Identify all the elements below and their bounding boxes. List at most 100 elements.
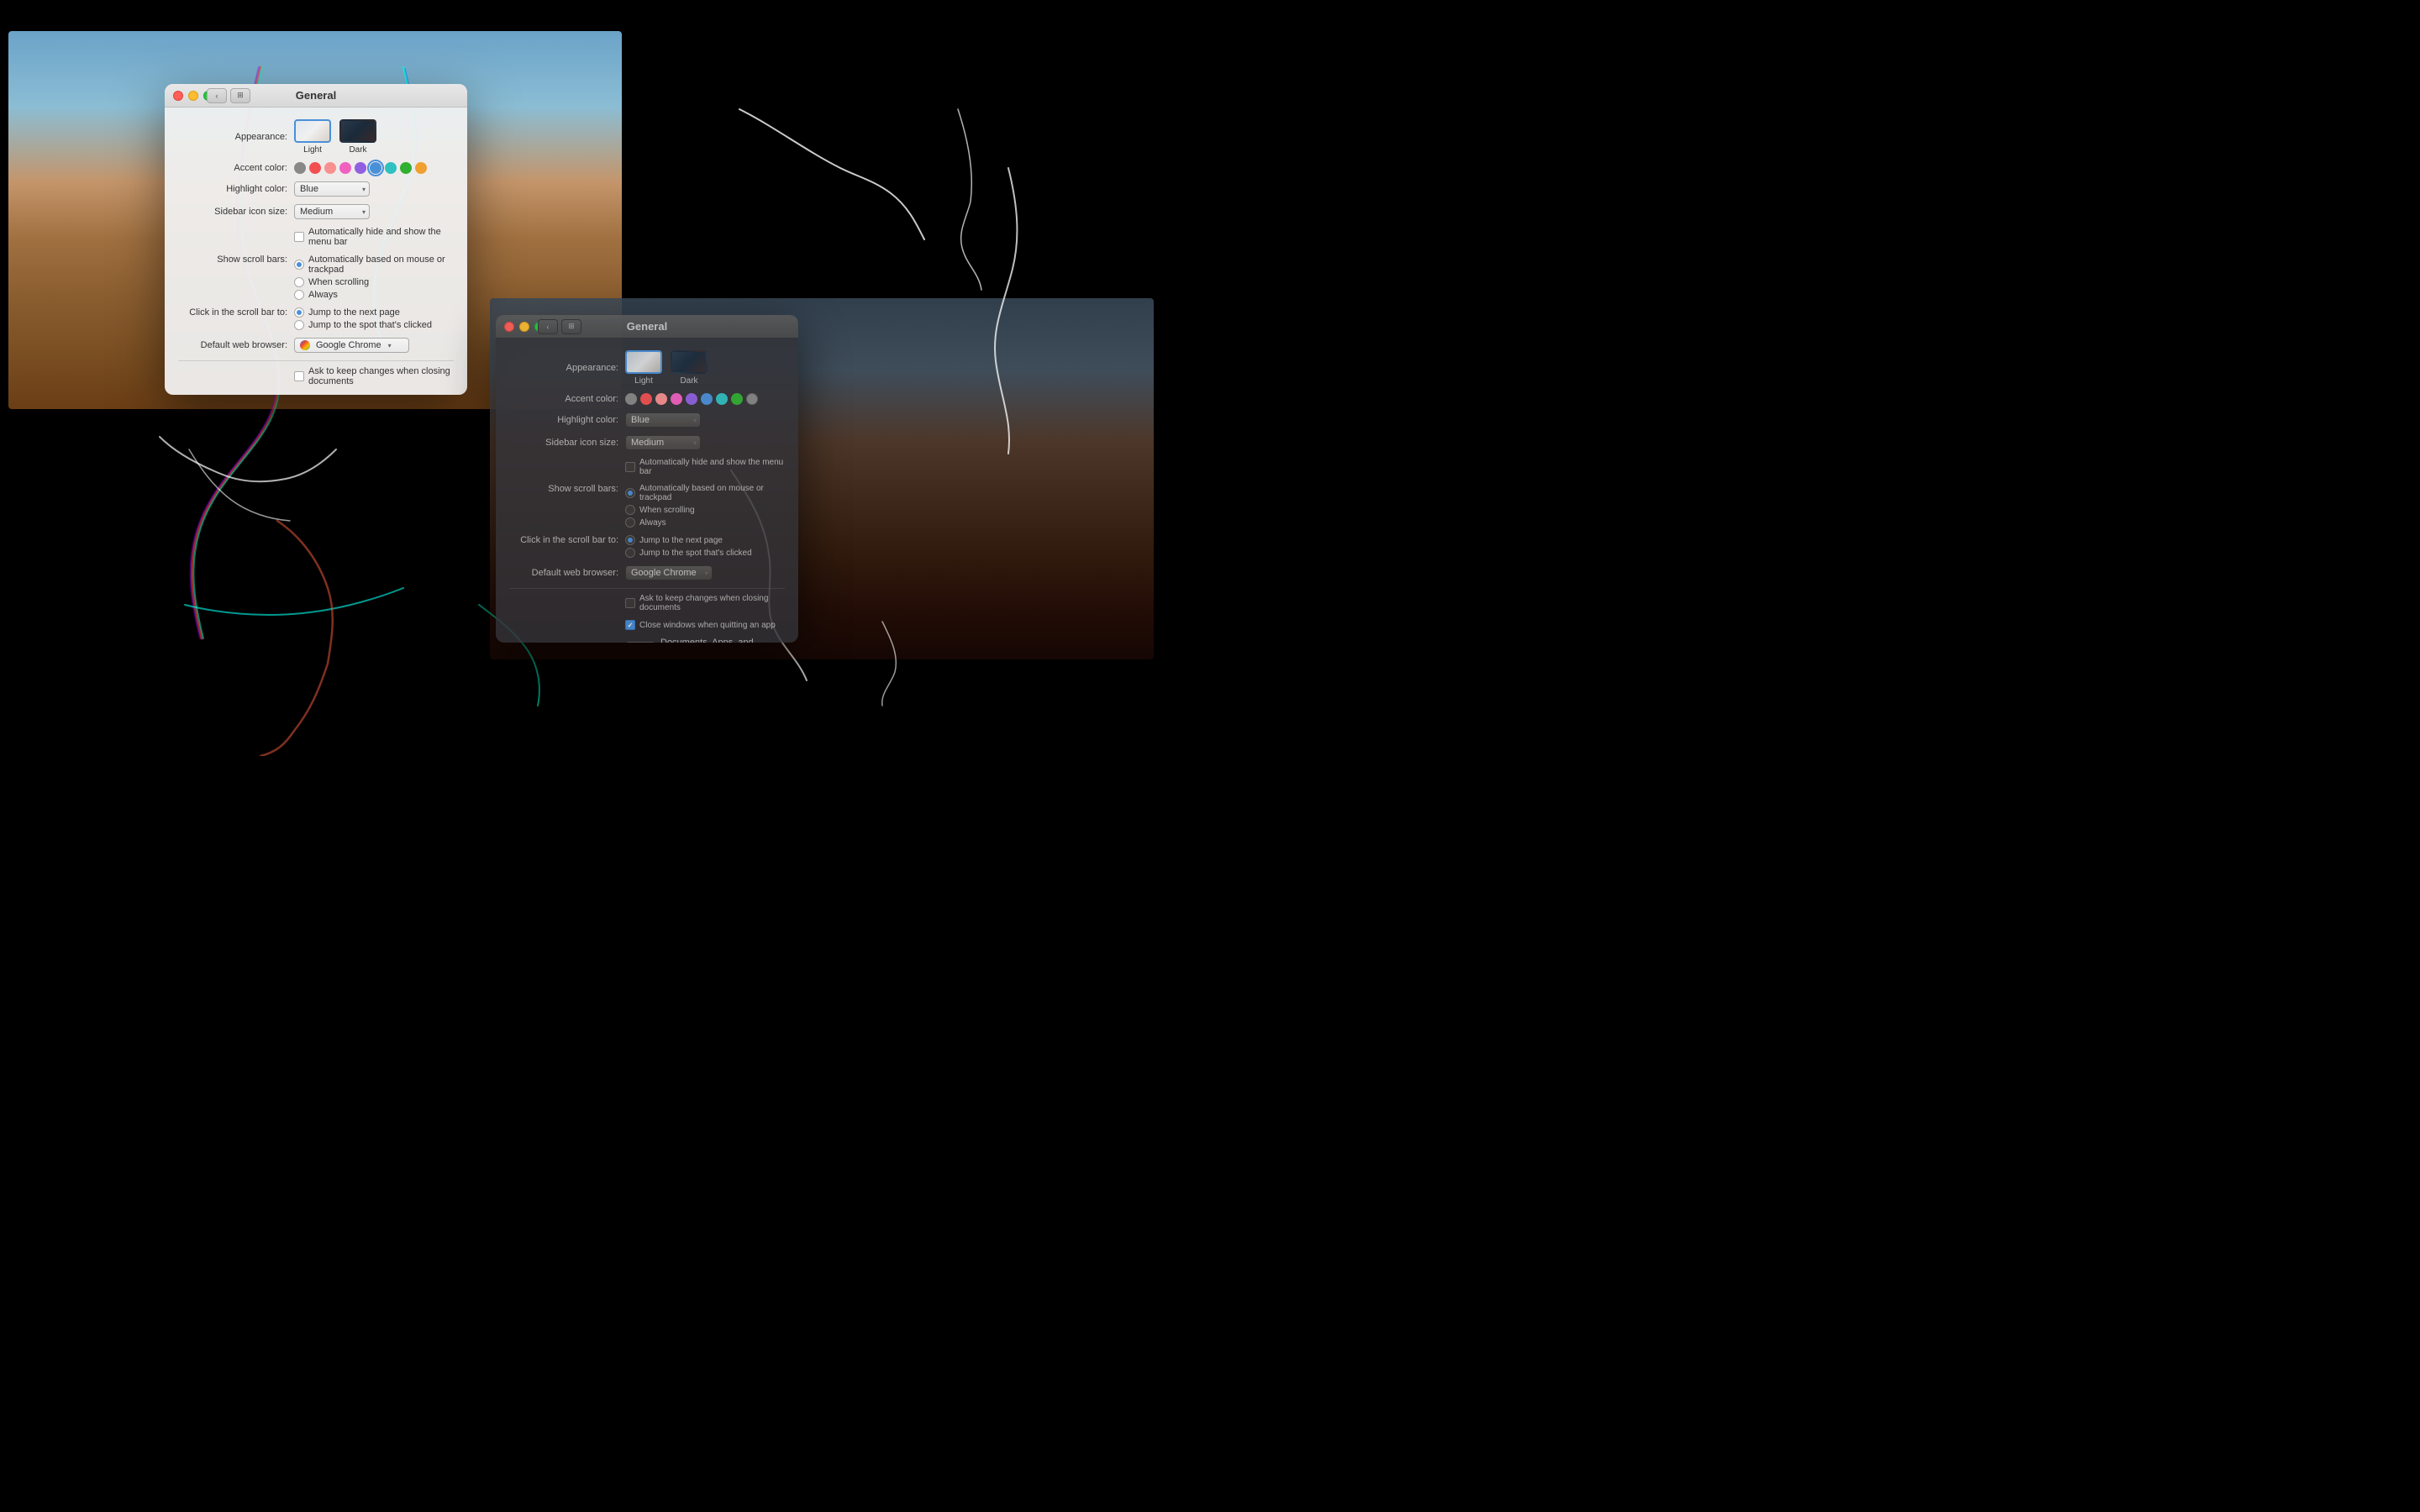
menu-bar-checkbox-2[interactable]: Automatically hide and show the menu bar: [625, 458, 785, 476]
recent-items-suffix-2: Documents, Apps, and Servers: [660, 638, 785, 643]
highlight-color-dropdown-2[interactable]: Blue ▾: [625, 412, 701, 428]
close-button[interactable]: [173, 91, 183, 101]
ask-keep-box-2[interactable]: [625, 598, 635, 608]
highlight-color-value: Blue: [300, 184, 318, 194]
click-scroll-options: Jump to the next page Jump to the spot t…: [294, 307, 432, 330]
swatch-green-2[interactable]: [731, 393, 743, 405]
sidebar-icon-size-dropdown-2[interactable]: Medium ▾: [625, 435, 701, 450]
click-spot-radio-2[interactable]: [625, 548, 635, 558]
dropdown-arrow-browser: ▾: [388, 342, 392, 349]
close-windows-checkbox-2[interactable]: Close windows when quitting an app: [625, 620, 776, 630]
system-preferences-window-2: ‹ ⊞ General Appearance: Light Dark Accen…: [496, 315, 798, 643]
light-theme-option-2[interactable]: Light: [625, 350, 662, 386]
minimize-button[interactable]: [188, 91, 198, 101]
click-scroll-row: Click in the scroll bar to: Jump to the …: [178, 307, 454, 330]
appearance-label-2: Appearance:: [509, 363, 618, 373]
swatch-extra-2[interactable]: [746, 393, 758, 405]
menu-bar-row-2: Automatically hide and show the menu bar: [509, 458, 785, 476]
grid-button-2[interactable]: ⊞: [561, 319, 581, 334]
default-browser-dropdown-2[interactable]: Google Chrome ▾: [625, 565, 713, 580]
nav-buttons: ‹ ⊞: [207, 88, 250, 103]
close-windows-checkbox[interactable]: Close windows when quitting an app: [294, 394, 454, 395]
scroll-always-option-2[interactable]: Always: [625, 517, 785, 528]
minimize-button-2[interactable]: [519, 322, 529, 332]
dark-theme-option[interactable]: Dark: [339, 119, 376, 155]
click-next-radio[interactable]: [294, 307, 304, 318]
swatch-blue[interactable]: [370, 162, 381, 174]
swatch-graphite[interactable]: [294, 162, 306, 174]
menu-bar-checkbox-box[interactable]: [294, 232, 304, 242]
scroll-when-radio[interactable]: [294, 277, 304, 287]
sidebar-icon-size-value-2: Medium: [631, 438, 664, 448]
swatch-pink[interactable]: [324, 162, 336, 174]
click-next-option-2[interactable]: Jump to the next page: [625, 535, 752, 545]
menu-bar-checkbox[interactable]: Automatically hide and show the menu bar: [294, 227, 454, 247]
scroll-when-option[interactable]: When scrolling: [294, 277, 454, 287]
click-next-label-2: Jump to the next page: [639, 536, 723, 545]
default-browser-dropdown[interactable]: Google Chrome ▾: [294, 338, 409, 353]
recent-items-stepper-2[interactable]: 10: [625, 641, 655, 643]
sidebar-icon-size-value: Medium: [300, 207, 333, 217]
swatch-purple-2[interactable]: [686, 393, 697, 405]
swatch-blue-2[interactable]: [701, 393, 713, 405]
scroll-auto-radio[interactable]: [294, 260, 304, 270]
click-next-radio-2[interactable]: [625, 535, 635, 545]
click-spot-radio[interactable]: [294, 320, 304, 330]
swatch-purple[interactable]: [355, 162, 366, 174]
dropdown-arrow-browser-2: ▾: [705, 570, 708, 577]
light-theme-option[interactable]: Light: [294, 119, 331, 155]
scroll-when-label-2: When scrolling: [639, 506, 695, 515]
accent-color-row-2: Accent color:: [509, 393, 785, 405]
highlight-color-dropdown[interactable]: Blue ▾: [294, 181, 370, 197]
scroll-when-radio-2[interactable]: [625, 505, 635, 515]
accent-color-swatches-2: [625, 393, 758, 405]
swatch-graphite-2[interactable]: [625, 393, 637, 405]
click-next-option[interactable]: Jump to the next page: [294, 307, 432, 318]
click-spot-option[interactable]: Jump to the spot that's clicked: [294, 320, 432, 330]
window-content-2: Appearance: Light Dark Accent color:: [496, 339, 798, 643]
accent-color-swatches: [294, 162, 427, 174]
click-scroll-label: Click in the scroll bar to:: [178, 307, 287, 318]
scroll-auto-radio-2[interactable]: [625, 488, 635, 498]
dark-theme-option-2[interactable]: Dark: [671, 350, 708, 386]
close-button-2[interactable]: [504, 322, 514, 332]
back-button-2[interactable]: ‹: [538, 319, 558, 334]
scroll-always-radio[interactable]: [294, 290, 304, 300]
swatch-yellow[interactable]: [415, 162, 427, 174]
dropdown-arrow-sidebar: ▾: [362, 208, 366, 216]
scroll-auto-option-2[interactable]: Automatically based on mouse or trackpad: [625, 484, 785, 502]
dark-theme-label: Dark: [349, 145, 366, 155]
click-spot-option-2[interactable]: Jump to the spot that's clicked: [625, 548, 752, 558]
swatch-green[interactable]: [400, 162, 412, 174]
accent-color-label-2: Accent color:: [509, 394, 618, 404]
accent-color-label: Accent color:: [178, 163, 287, 173]
scroll-auto-option[interactable]: Automatically based on mouse or trackpad: [294, 255, 454, 275]
ask-keep-box[interactable]: [294, 371, 304, 381]
grid-button[interactable]: ⊞: [230, 88, 250, 103]
swatch-magenta[interactable]: [339, 162, 351, 174]
default-browser-label-2: Default web browser:: [509, 568, 618, 578]
swatch-red-2[interactable]: [640, 393, 652, 405]
recent-items-controls-2: 10 Documents, Apps, and Servers: [625, 638, 785, 643]
default-browser-value: Google Chrome: [316, 340, 381, 350]
ask-keep-label-text: Ask to keep changes when closing documen…: [308, 366, 454, 386]
scroll-always-radio-2[interactable]: [625, 517, 635, 528]
scroll-bars-row: Show scroll bars: Automatically based on…: [178, 255, 454, 300]
swatch-teal[interactable]: [385, 162, 397, 174]
ask-keep-row-2: Ask to keep changes when closing documen…: [509, 594, 785, 612]
ask-keep-checkbox-2[interactable]: Ask to keep changes when closing documen…: [625, 594, 785, 612]
close-windows-label-text: Close windows when quitting an app: [308, 394, 454, 395]
scroll-bars-label: Show scroll bars:: [178, 255, 287, 265]
swatch-pink-2[interactable]: [655, 393, 667, 405]
scroll-when-option-2[interactable]: When scrolling: [625, 505, 785, 515]
swatch-red[interactable]: [309, 162, 321, 174]
scroll-always-option[interactable]: Always: [294, 290, 454, 300]
menu-bar-box-2[interactable]: [625, 462, 635, 472]
swatch-teal-2[interactable]: [716, 393, 728, 405]
ask-keep-checkbox[interactable]: Ask to keep changes when closing documen…: [294, 366, 454, 386]
scroll-bars-options-2: Automatically based on mouse or trackpad…: [625, 484, 785, 528]
back-button[interactable]: ‹: [207, 88, 227, 103]
close-windows-box-2[interactable]: [625, 620, 635, 630]
swatch-magenta-2[interactable]: [671, 393, 682, 405]
sidebar-icon-size-dropdown[interactable]: Medium ▾: [294, 204, 370, 219]
